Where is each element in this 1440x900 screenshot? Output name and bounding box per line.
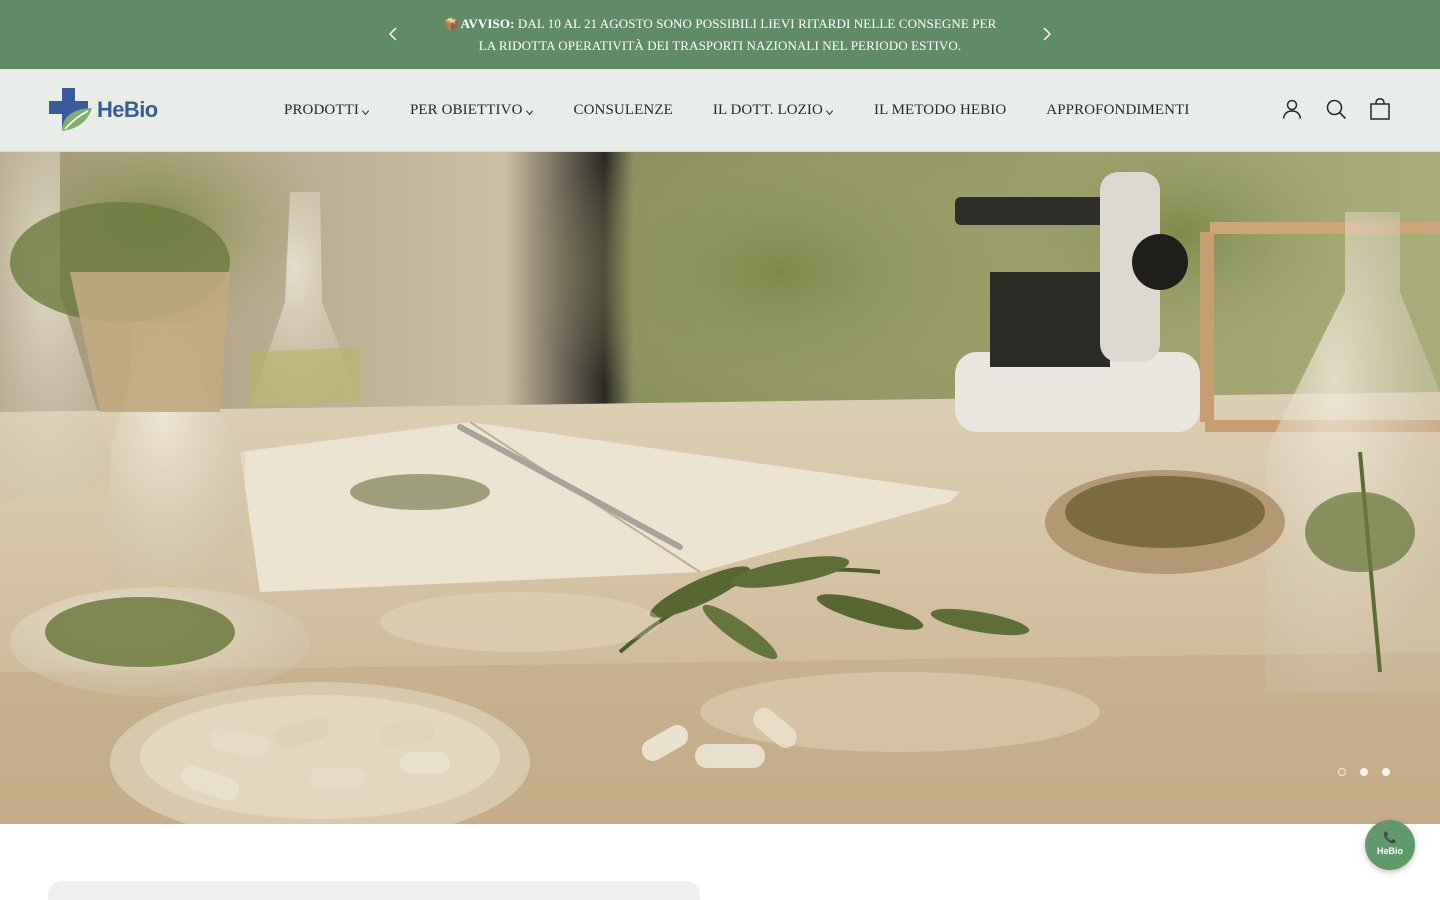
chevron-left-icon[interactable] bbox=[382, 22, 406, 46]
phone-icon: 📞 bbox=[1383, 831, 1397, 844]
account-icon[interactable] bbox=[1280, 97, 1304, 121]
header-actions bbox=[1260, 97, 1392, 121]
nav-item-approfondimenti[interactable]: APPROFONDIMENTI bbox=[1046, 102, 1189, 119]
nav-item-label: IL METODO HEBIO bbox=[873, 101, 1007, 118]
slide-dot[interactable] bbox=[1360, 768, 1368, 776]
main-nav: PRODOTTI PER OBIETTIVO CONSULENZE IL DOT… bbox=[284, 69, 1189, 151]
nav-item-per-obiettivo[interactable]: PER OBIETTIVO bbox=[410, 102, 534, 119]
hero-slideshow[interactable] bbox=[0, 152, 1440, 824]
chat-label: HeBio bbox=[1376, 846, 1403, 856]
nav-item-dott-lozio[interactable]: IL DOTT. LOZIO bbox=[713, 102, 834, 119]
brand-logo[interactable]: HeBio bbox=[48, 87, 160, 133]
announcement-message: 📦 AVVISO: DAL 10 AL 21 AGOSTO SONO POSSIB… bbox=[440, 13, 1000, 56]
package-icon: 📦 bbox=[443, 17, 459, 31]
chevron-down-icon bbox=[825, 110, 834, 116]
search-icon[interactable] bbox=[1324, 97, 1348, 121]
nav-item-label: PRODOTTI bbox=[284, 101, 359, 118]
nav-item-label: APPROFONDIMENTI bbox=[1046, 101, 1190, 118]
site-header: HeBio PRODOTTI PER OBIETTIVO CONSULENZE … bbox=[0, 69, 1440, 152]
chevron-down-icon bbox=[361, 110, 370, 116]
brand-name: HeBio bbox=[97, 97, 158, 122]
cart-icon[interactable] bbox=[1368, 97, 1392, 121]
slide-dot[interactable] bbox=[1382, 768, 1390, 776]
chevron-right-icon[interactable] bbox=[1034, 22, 1058, 46]
announcement-text: DAL 10 AL 21 AGOSTO SONO POSSIBILI LIEVI… bbox=[478, 16, 997, 53]
nav-item-consulenze[interactable]: CONSULENZE bbox=[574, 102, 673, 119]
nav-item-prodotti[interactable]: PRODOTTI bbox=[284, 102, 370, 119]
nav-item-label: CONSULENZE bbox=[573, 101, 673, 118]
chat-button[interactable]: 📞 HeBio bbox=[1365, 820, 1415, 870]
nav-item-metodo-hebio[interactable]: IL METODO HEBIO bbox=[874, 102, 1006, 119]
slide-dot[interactable] bbox=[1338, 768, 1346, 776]
nav-item-label: IL DOTT. LOZIO bbox=[712, 101, 823, 118]
logo-cross-icon bbox=[49, 88, 92, 131]
content-card-placeholder bbox=[48, 881, 700, 900]
announcement-bar: 📦 AVVISO: DAL 10 AL 21 AGOSTO SONO POSSIB… bbox=[0, 0, 1440, 69]
nav-item-label: PER OBIETTIVO bbox=[409, 101, 523, 118]
chevron-down-icon bbox=[525, 110, 533, 116]
hero-image bbox=[0, 152, 1440, 824]
slide-pagination bbox=[1338, 768, 1404, 776]
announcement-label: AVVISO: bbox=[460, 16, 515, 31]
